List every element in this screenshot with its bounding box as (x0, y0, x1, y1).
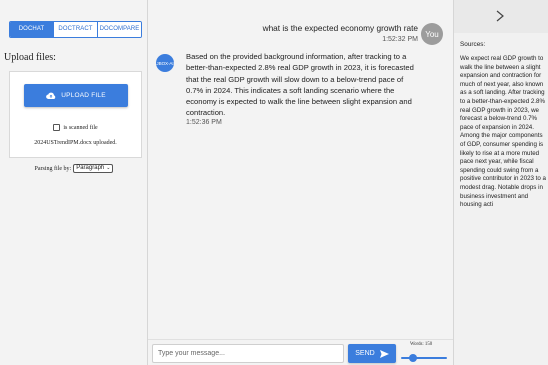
slider-thumb[interactable] (409, 354, 417, 362)
parsing-select[interactable]: Paragraph ⌄ (73, 164, 114, 173)
upload-file-label: UPLOAD FILE (61, 92, 106, 99)
user-message-time: 1:52:32 PM (382, 36, 418, 43)
chevron-right-icon[interactable] (495, 10, 505, 22)
parsing-row: Parsing file by: Paragraph ⌄ (0, 164, 148, 173)
sources-text: We expect real GDP growth to walk the li… (460, 55, 546, 209)
scanned-file-checkbox[interactable] (53, 124, 61, 131)
bot-avatar: JBOX-AI (156, 54, 174, 72)
chevron-down-icon: ⌄ (106, 165, 111, 171)
bot-message: Based on the provided background informa… (186, 51, 420, 126)
sources-header (454, 0, 548, 33)
chat-panel: what is the expected economy growth rate… (148, 0, 453, 365)
scanned-file-label: is scanned file (63, 124, 98, 131)
bot-message-time: 1:52:36 PM (186, 118, 222, 126)
send-label: SEND (355, 350, 375, 357)
uploaded-file-status: 2024USTrendIPM.docx uploaded. (34, 140, 117, 146)
tab-docompare[interactable]: DOCOMPARE (98, 22, 141, 37)
scanned-file-row: is scanned file (10, 124, 141, 131)
upload-card: UPLOAD FILE is scanned file 2024USTrendI… (9, 71, 142, 158)
sources-panel: Sources: We expect real GDP growth to wa… (453, 0, 548, 365)
parsing-label: Parsing file by: (34, 165, 72, 172)
send-icon (379, 349, 389, 358)
upload-title: Upload files: (4, 52, 56, 63)
word-count-slider[interactable] (401, 354, 447, 362)
bot-message-text: Based on the provided background informa… (186, 52, 414, 118)
sources-title: Sources: (460, 41, 486, 48)
user-message-text: what is the expected economy growth rate (262, 23, 418, 33)
cloud-upload-icon (46, 92, 56, 99)
tab-doctract[interactable]: DOCTRACT (54, 22, 98, 37)
user-message: what is the expected economy growth rate… (263, 23, 418, 43)
left-panel: DOCHAT DOCTRACT DOCOMPARE Upload files: … (0, 0, 148, 365)
mode-tabs: DOCHAT DOCTRACT DOCOMPARE (9, 21, 142, 38)
parsing-select-value: Paragraph (76, 165, 105, 171)
tab-dochat[interactable]: DOCHAT (10, 22, 54, 37)
message-input-bar: Type your message... SEND Words: 150 (148, 339, 453, 365)
user-avatar: You (421, 23, 443, 45)
send-button[interactable]: SEND (348, 344, 396, 363)
message-input[interactable]: Type your message... (152, 344, 344, 363)
word-count-label: Words: 150 (410, 342, 433, 347)
upload-file-button[interactable]: UPLOAD FILE (24, 84, 128, 107)
slider-track (401, 357, 447, 359)
